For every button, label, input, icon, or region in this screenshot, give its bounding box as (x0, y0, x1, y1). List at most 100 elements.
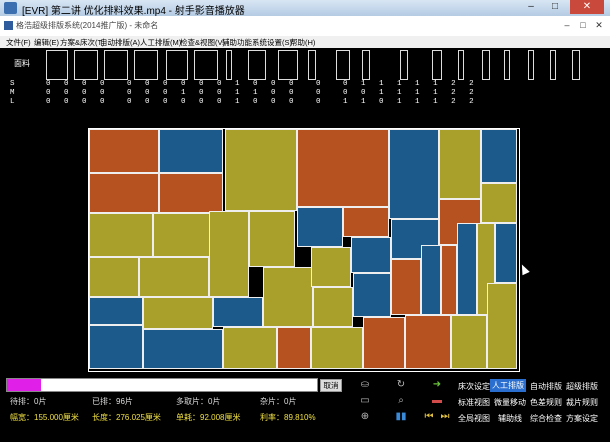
close-button[interactable]: ✕ (570, 0, 604, 14)
piece-thumb[interactable] (134, 50, 158, 80)
pattern-piece[interactable] (487, 283, 517, 369)
flip-tool-icon[interactable]: ▭ (356, 394, 374, 408)
pattern-piece[interactable] (421, 245, 441, 315)
piece-thumb[interactable] (458, 50, 464, 80)
guide-line-button[interactable]: 辅助线 (496, 412, 524, 425)
piece-thumb[interactable] (308, 50, 316, 80)
pattern-piece[interactable] (213, 297, 263, 327)
player-title-bar: [EVR] 第二讲 优化排料效果.mp4 - 射手影音播放器 – □ ✕ (0, 0, 610, 17)
pattern-piece[interactable] (89, 297, 143, 325)
pattern-piece[interactable] (89, 129, 159, 173)
pattern-piece[interactable] (343, 207, 389, 237)
piece-thumb[interactable] (46, 50, 68, 80)
piece-thumb[interactable] (74, 50, 98, 80)
menu-help[interactable]: 帮助(H) (290, 37, 315, 48)
pattern-piece[interactable] (249, 211, 295, 267)
menu-settings[interactable]: 系统设置(S) (252, 37, 292, 48)
rotate-tool-icon[interactable]: ↻ (392, 378, 410, 392)
pattern-piece[interactable] (143, 329, 223, 369)
app-close-button[interactable]: ✕ (592, 19, 606, 31)
piece-thumb[interactable] (432, 50, 442, 80)
pattern-piece[interactable] (457, 223, 477, 315)
marker-tool-icon[interactable]: ▬ (428, 394, 446, 408)
pattern-piece[interactable] (225, 129, 297, 211)
piece-thumb[interactable] (226, 50, 232, 80)
pattern-piece[interactable] (451, 315, 487, 369)
pattern-piece[interactable] (311, 327, 363, 369)
piece-thumb[interactable] (400, 50, 408, 80)
menu-auto[interactable]: 自动排版(A) (100, 37, 140, 48)
arrow-right-icon[interactable]: ➜ (428, 378, 446, 392)
pattern-piece[interactable] (311, 247, 351, 287)
minimize-button[interactable]: – (520, 0, 542, 14)
pattern-piece[interactable] (89, 325, 143, 369)
pattern-piece[interactable] (143, 297, 213, 329)
cut-rule-button[interactable]: 裁片规则 (564, 396, 600, 409)
app-minimize-button[interactable]: – (560, 19, 574, 31)
pattern-piece[interactable] (277, 327, 311, 369)
standard-view-button[interactable]: 标准视图 (456, 396, 492, 409)
pattern-piece[interactable] (313, 287, 353, 327)
pattern-piece[interactable] (209, 211, 249, 297)
piece-thumb[interactable] (550, 50, 556, 80)
cancel-button[interactable]: 取消 (320, 379, 342, 392)
pattern-piece[interactable] (441, 245, 457, 315)
piece-thumb[interactable] (528, 50, 534, 80)
menu-edit[interactable]: 编辑(E) (34, 37, 59, 48)
piece-thumb[interactable] (104, 50, 128, 80)
menu-file[interactable]: 文件(F) (6, 37, 31, 48)
full-check-button[interactable]: 综合检查 (528, 412, 564, 425)
pattern-piece[interactable] (89, 213, 153, 257)
piece-thumb[interactable] (248, 50, 266, 80)
marker-canvas[interactable] (88, 128, 520, 372)
pattern-piece[interactable] (363, 317, 405, 369)
pattern-piece[interactable] (481, 183, 517, 223)
pattern-piece[interactable] (389, 129, 439, 219)
pattern-piece[interactable] (89, 173, 159, 213)
menu-plan[interactable]: 方案&床次(T) (60, 37, 105, 48)
book-icon[interactable]: ▮▮ (392, 410, 410, 424)
pattern-piece[interactable] (481, 129, 517, 183)
pattern-piece[interactable] (405, 315, 451, 369)
menu-assist[interactable]: 辅助功能 (222, 37, 252, 48)
app-maximize-button[interactable]: □ (576, 19, 590, 31)
zoom-window-icon[interactable]: ⌕ (392, 394, 410, 408)
menu-view[interactable]: 检查&视图(V) (180, 37, 225, 48)
pattern-piece[interactable] (139, 257, 209, 297)
menu-manual[interactable]: 人工排版(M) (140, 37, 181, 48)
pattern-piece[interactable] (297, 129, 389, 207)
pattern-piece[interactable] (223, 327, 277, 369)
pattern-piece[interactable] (297, 207, 343, 247)
piece-thumbnails[interactable] (46, 50, 586, 80)
pattern-piece[interactable] (391, 259, 421, 315)
color-rule-button[interactable]: 色差规则 (528, 396, 564, 409)
pattern-piece[interactable] (351, 237, 391, 273)
player-logo-icon (4, 2, 17, 14)
piece-thumb[interactable] (362, 50, 370, 80)
bed-setting-button[interactable]: 床次设定 (456, 380, 492, 393)
manual-layout-button[interactable]: 人工排版 (490, 379, 526, 392)
pattern-piece[interactable] (89, 257, 139, 297)
micro-move-button[interactable]: 微量移动 (492, 396, 528, 409)
super-layout-button[interactable]: 超级排版 (564, 380, 600, 393)
piece-thumb[interactable] (194, 50, 218, 80)
last-page-icon[interactable]: ⏭ (436, 410, 454, 424)
global-view-button[interactable]: 全局视图 (456, 412, 492, 425)
pattern-piece[interactable] (263, 267, 313, 327)
piece-thumb[interactable] (278, 50, 298, 80)
piece-thumb[interactable] (482, 50, 490, 80)
zoom-in-icon[interactable]: ⊕ (356, 410, 374, 424)
pattern-piece[interactable] (159, 129, 223, 173)
piece-thumb[interactable] (336, 50, 350, 80)
auto-layout-button[interactable]: 自动排版 (528, 380, 564, 393)
piece-thumb[interactable] (504, 50, 510, 80)
mirror-tool-icon[interactable]: ⛀ (356, 378, 374, 392)
piece-thumb[interactable] (572, 50, 580, 80)
maximize-button[interactable]: □ (544, 0, 566, 14)
pattern-piece[interactable] (353, 273, 391, 317)
plan-setting-button[interactable]: 方案设定 (564, 412, 600, 425)
pattern-piece[interactable] (495, 223, 517, 283)
pattern-piece[interactable] (159, 173, 223, 213)
pattern-piece[interactable] (439, 129, 481, 199)
piece-thumb[interactable] (166, 50, 188, 80)
